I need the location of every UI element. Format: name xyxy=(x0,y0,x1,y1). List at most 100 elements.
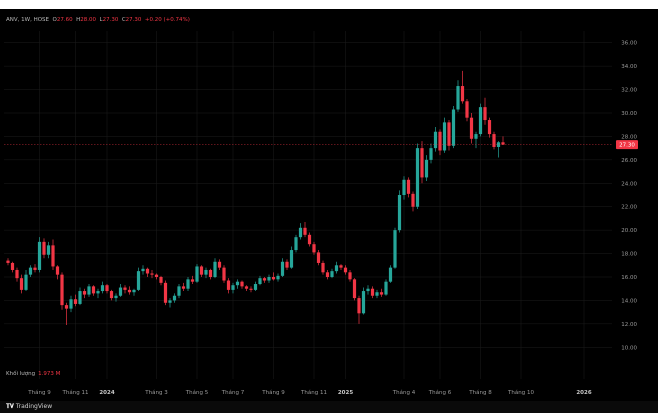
brand-name: TradingView xyxy=(15,403,53,410)
candle-body xyxy=(195,266,199,282)
candle-body xyxy=(64,305,69,309)
candle-body xyxy=(294,237,298,251)
candle-body xyxy=(6,260,10,263)
candle-body xyxy=(204,269,208,275)
candle-body xyxy=(42,241,46,255)
candle-body xyxy=(289,250,294,268)
candle-body xyxy=(451,109,456,146)
candle-body xyxy=(186,279,190,289)
candle-body xyxy=(87,286,91,295)
volume-label: Khối lượng xyxy=(6,371,36,377)
candle-body xyxy=(325,272,330,277)
candle-body xyxy=(118,287,123,296)
candle-body xyxy=(339,265,343,268)
candle-body xyxy=(370,288,375,296)
candle-body xyxy=(384,281,388,295)
candle-body xyxy=(163,282,168,303)
candle-body xyxy=(330,271,334,277)
x-tick-label: 2024 xyxy=(99,390,114,396)
candle-body xyxy=(388,267,393,282)
candle-body xyxy=(231,285,235,290)
candle-body xyxy=(78,291,82,304)
candle-body xyxy=(181,286,186,289)
x-tick-label: Tháng 9 xyxy=(261,389,285,396)
candle-body xyxy=(424,159,429,178)
y-tick-label: 20.00 xyxy=(621,228,637,234)
candle-body xyxy=(411,193,415,207)
candlestick-chart[interactable]: 10.00 12.00 14.00 16.00 18.00 20.00 22.00 24.00… xyxy=(0,9,658,413)
candles xyxy=(6,70,505,326)
candle-body xyxy=(343,267,348,273)
x-tick-label: Tháng 6 xyxy=(428,389,452,396)
y-tick-label: 30.00 xyxy=(621,111,637,117)
candle-body xyxy=(258,278,262,285)
candle-body xyxy=(447,122,451,146)
high-value: 28.00 xyxy=(80,17,96,23)
symbol-header: ANV, 1W, HOSE O27.60 H28.00 L27.30 C27.3… xyxy=(6,17,190,23)
y-tick-label: 18.00 xyxy=(621,252,637,258)
x-tick-label: Tháng 10 xyxy=(507,389,534,396)
candle-body xyxy=(357,298,361,314)
candle-body xyxy=(267,277,271,281)
candle-body xyxy=(366,288,370,292)
candle-body xyxy=(316,252,321,263)
low-value: 27.30 xyxy=(102,17,119,23)
candle-body xyxy=(159,277,163,283)
candle-body xyxy=(150,273,154,275)
y-tick-label: 26.00 xyxy=(621,158,637,164)
candle-body xyxy=(442,122,447,151)
x-tick-label: Tháng 9 xyxy=(27,389,51,396)
candle-body xyxy=(244,286,249,289)
candle-body xyxy=(136,271,141,290)
candle-body xyxy=(33,267,37,270)
close-value: 27.30 xyxy=(125,17,142,23)
candle-body xyxy=(213,261,217,277)
candle-body xyxy=(15,269,19,279)
y-tick-label: 32.00 xyxy=(621,88,637,94)
candle-body xyxy=(177,286,181,296)
candle-body xyxy=(226,280,231,290)
candle-body xyxy=(438,131,442,151)
candle-body xyxy=(393,230,397,268)
candle-body xyxy=(154,274,159,277)
candle-body xyxy=(141,268,145,272)
y-tick-label: 28.00 xyxy=(621,134,637,140)
x-tick-label: Tháng 8 xyxy=(468,389,492,396)
candle-body xyxy=(433,131,438,149)
candle-body xyxy=(24,274,28,290)
candle-body xyxy=(123,287,127,290)
y-tick-label: 14.00 xyxy=(621,298,637,304)
x-tick-label: Tháng 7 xyxy=(221,389,245,396)
candle-body xyxy=(28,267,33,275)
candle-body xyxy=(460,86,465,102)
x-tick-label: Tháng 11 xyxy=(300,389,327,396)
candle-body xyxy=(303,227,307,235)
candle-body xyxy=(240,281,244,287)
candle-body xyxy=(109,291,114,299)
candle-body xyxy=(375,292,379,296)
candle-body xyxy=(420,148,424,178)
x-tick-label: 2025 xyxy=(338,390,353,396)
candle-body xyxy=(55,266,60,275)
candle-body xyxy=(406,179,411,194)
candle-body xyxy=(217,261,222,268)
candle-body xyxy=(352,279,357,299)
candle-body xyxy=(199,266,204,275)
tradingview-logo[interactable]: 𝐓𝐕 TradingView xyxy=(6,403,52,411)
y-tick-label: 12.00 xyxy=(621,322,637,328)
candle-body xyxy=(37,241,42,270)
candle-body xyxy=(100,285,105,292)
candle-body xyxy=(276,275,280,280)
candle-body xyxy=(114,295,118,299)
candle-body xyxy=(10,262,15,270)
last-price-marker: 27.30 xyxy=(4,140,638,150)
candle-body xyxy=(501,142,505,145)
x-tick-label: Tháng 4 xyxy=(392,389,416,396)
candle-body xyxy=(249,288,253,290)
candle-body xyxy=(474,134,478,139)
open-value: 27.60 xyxy=(56,17,73,23)
candle-body xyxy=(312,244,316,253)
candle-body xyxy=(456,86,460,110)
candle-body xyxy=(172,295,177,301)
candle-body xyxy=(222,267,226,281)
